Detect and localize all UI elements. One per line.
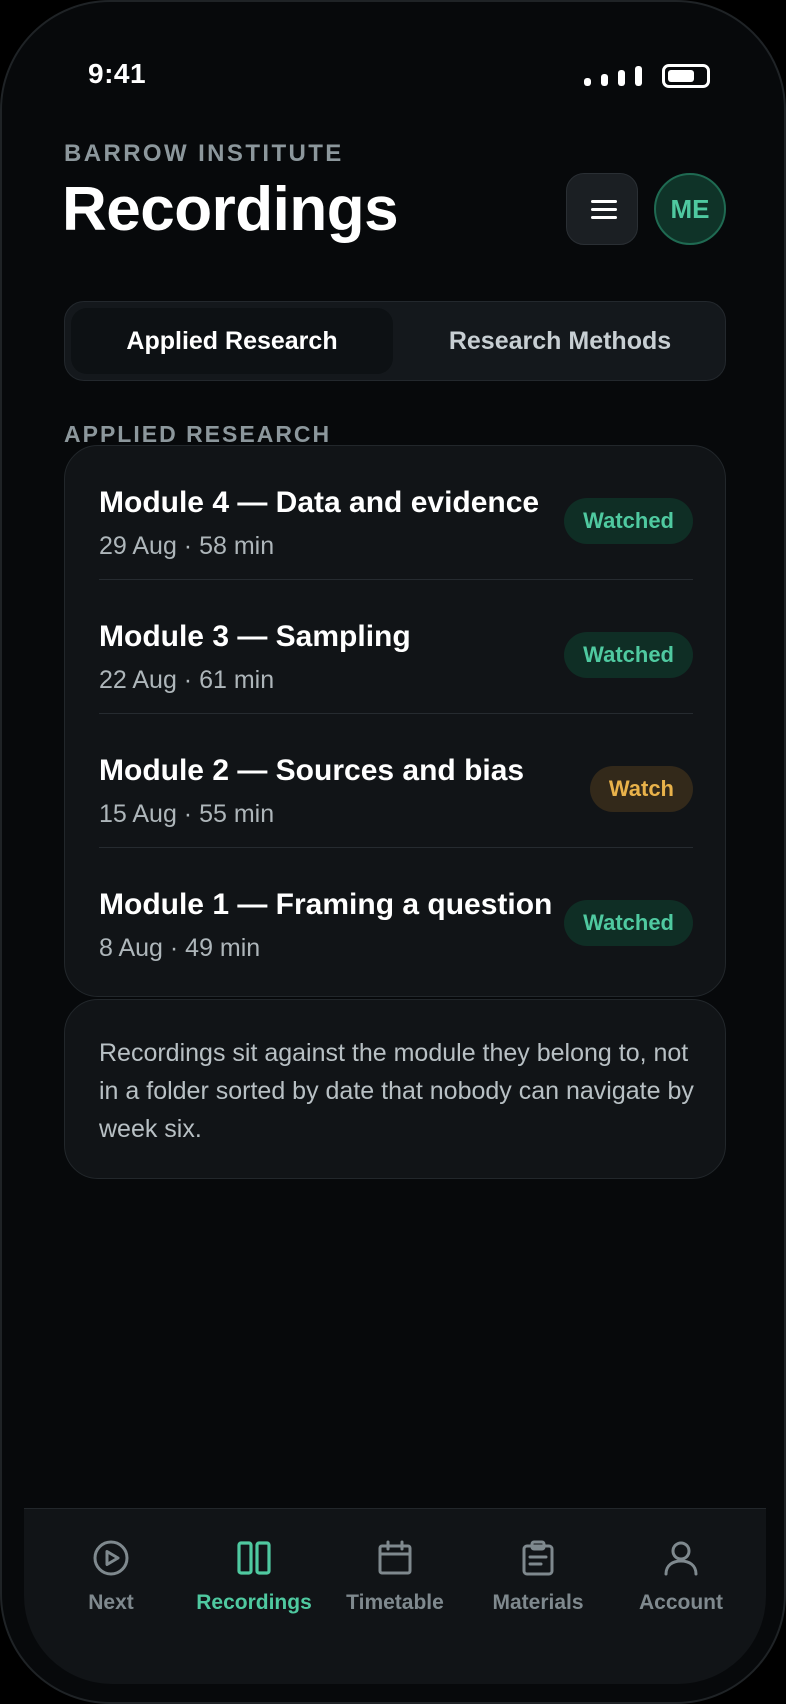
status-badge[interactable]: Watched [564, 900, 693, 946]
tab-label: Materials [492, 1591, 584, 1614]
tab-materials[interactable]: Materials [473, 1539, 603, 1629]
recording-title: Module 3 — Sampling [99, 620, 411, 653]
menu-button[interactable] [566, 173, 638, 245]
recording-title: Module 4 — Data and evidence [99, 486, 540, 519]
recording-row[interactable]: Module 1 — Framing a question 8 Aug · 49… [99, 848, 693, 982]
info-note-text: Recordings sit against the module they b… [99, 1039, 694, 1143]
course-segmented-control: Applied Research Research Methods [64, 301, 726, 381]
recording-meta: 8 Aug · 49 min [99, 934, 261, 962]
status-bar: 9:41 [2, 2, 784, 132]
recording-row[interactable]: Module 3 — Sampling 22 Aug · 61 min Watc… [99, 580, 693, 714]
tab-recordings[interactable]: Recordings [189, 1539, 319, 1629]
tab-next[interactable]: Next [46, 1539, 176, 1629]
play-circle-icon [93, 1540, 129, 1576]
tab-label: Account [639, 1591, 723, 1614]
status-badge[interactable]: Watched [564, 498, 693, 544]
columns-icon [237, 1541, 271, 1575]
recording-title: Module 1 — Framing a question [99, 888, 553, 921]
info-note-card: Recordings sit against the module they b… [64, 999, 726, 1179]
battery-icon [662, 64, 710, 88]
tab-account[interactable]: Account [616, 1539, 746, 1629]
person-icon [664, 1541, 698, 1576]
clipboard-icon [522, 1540, 554, 1576]
signal-icon [584, 66, 642, 86]
recording-row[interactable]: Module 2 — Sources and bias 15 Aug · 55 … [99, 714, 693, 848]
tab-timetable[interactable]: Timetable [330, 1539, 460, 1629]
calendar-icon [378, 1540, 412, 1575]
tab-label: Recordings [196, 1591, 312, 1614]
segment-research-methods[interactable]: Research Methods [399, 308, 721, 374]
recording-meta: 29 Aug · 58 min [99, 532, 275, 560]
recording-meta: 15 Aug · 55 min [99, 800, 275, 828]
tab-bar: Next Recordings Timetable Materials Acco… [24, 1508, 766, 1684]
status-badge[interactable]: Watch [589, 766, 693, 812]
tab-label: Next [88, 1591, 134, 1614]
status-time: 9:41 [88, 58, 147, 89]
recording-row[interactable]: Module 4 — Data and evidence 29 Aug · 58… [99, 446, 693, 580]
phone-frame: 9:41 BARROW INSTITUTE Recordings ME Appl… [0, 0, 786, 1704]
institution-name: BARROW INSTITUTE [64, 140, 344, 167]
recording-meta: 22 Aug · 61 min [99, 666, 275, 694]
segment-applied-research[interactable]: Applied Research [71, 308, 393, 374]
status-badge[interactable]: Watched [564, 632, 693, 678]
tab-label: Timetable [346, 1591, 444, 1614]
section-label: APPLIED RESEARCH [64, 421, 332, 447]
recording-title: Module 2 — Sources and bias [99, 754, 525, 787]
page-title: Recordings [62, 175, 399, 244]
avatar[interactable]: ME [654, 173, 726, 245]
recordings-list: Module 4 — Data and evidence 29 Aug · 58… [64, 445, 726, 997]
